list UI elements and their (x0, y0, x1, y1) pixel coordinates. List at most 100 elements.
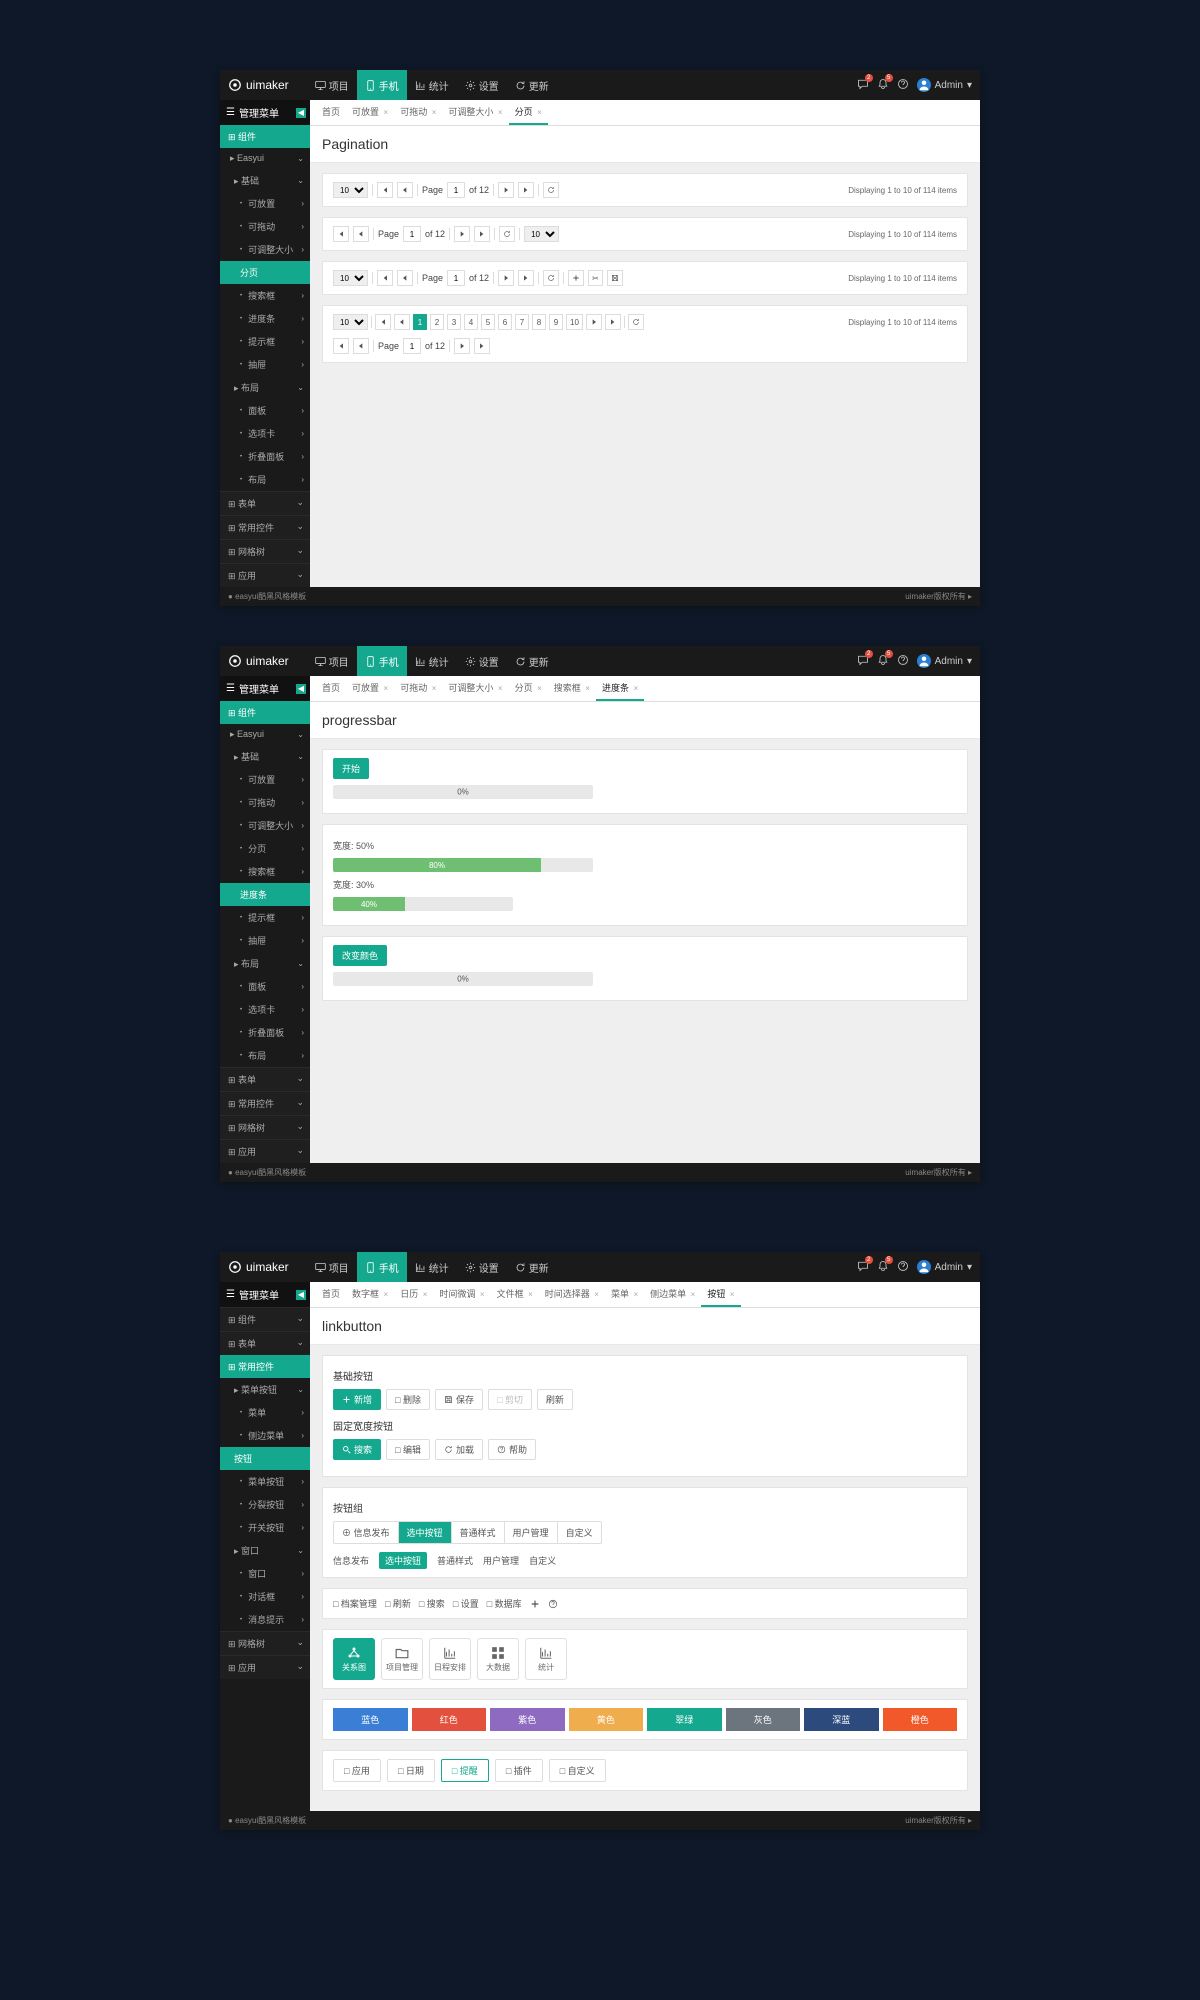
sidebar-item[interactable]: 可调整大小 (220, 814, 310, 837)
sidebar-item[interactable]: 可拖动 (220, 791, 310, 814)
color-button[interactable]: 红色 (412, 1708, 487, 1731)
sidebar-item[interactable]: 可放置 (220, 768, 310, 791)
topnav-gear[interactable]: 设置 (457, 646, 507, 676)
color-button[interactable]: 灰色 (726, 1708, 801, 1731)
topnav-mobile[interactable]: 手机 (357, 646, 407, 676)
sidebar-item[interactable]: 分页 (220, 837, 310, 860)
sidebar-item[interactable]: ▸ 布局 (220, 376, 310, 399)
close-icon[interactable]: × (691, 1290, 696, 1299)
big-icon[interactable]: 关系图 (333, 1638, 375, 1680)
changecolor-button[interactable]: 改变颜色 (333, 945, 387, 966)
sidebar-section[interactable]: ⊞ 常用控件 (220, 515, 310, 539)
big-icon[interactable]: 统计 (525, 1638, 567, 1680)
tab[interactable]: 可拖动 × (394, 676, 442, 701)
sidebar-item[interactable]: 选项卡 (220, 422, 310, 445)
prev-button[interactable] (397, 182, 413, 198)
close-icon[interactable]: × (432, 684, 437, 693)
brand-logo[interactable]: uimaker (228, 1260, 289, 1274)
brand-logo[interactable]: uimaker (228, 654, 289, 668)
tab[interactable]: 数字框 × (346, 1282, 394, 1307)
topnav-gear[interactable]: 设置 (457, 1252, 507, 1282)
group-item[interactable]: 选中按钮 (399, 1522, 452, 1543)
pagesize-select[interactable]: 10 (524, 226, 559, 242)
outline-button[interactable]: □ 应用 (333, 1759, 381, 1782)
sidebar-item[interactable]: 开关按钮 (220, 1516, 310, 1539)
link-item[interactable]: 普通样式 (437, 1554, 473, 1567)
topnav-desktop[interactable]: 项目 (307, 1252, 357, 1282)
sidebar-item[interactable]: 布局 (220, 1044, 310, 1067)
sidebar-item[interactable]: 进度条 (220, 307, 310, 330)
tab[interactable]: 分页 × (509, 100, 548, 125)
user-menu[interactable]: Admin▾ (917, 1260, 972, 1274)
tab[interactable]: 可放置 × (346, 100, 394, 125)
sidebar-item[interactable]: 提示框 (220, 330, 310, 353)
next-button[interactable] (498, 182, 514, 198)
outline-button[interactable]: □ 自定义 (549, 1759, 606, 1782)
sidebar-item[interactable]: 窗口 (220, 1562, 310, 1585)
topnav-gear[interactable]: 设置 (457, 70, 507, 100)
sidebar-item[interactable]: 按钮 (220, 1447, 310, 1470)
last-button[interactable] (474, 226, 490, 242)
close-icon[interactable]: × (384, 108, 389, 117)
tab[interactable]: 按钮 × (701, 1282, 740, 1307)
button-帮助[interactable]: 帮助 (488, 1439, 536, 1460)
notif-chat-icon[interactable]: 2 (857, 654, 869, 669)
save-button[interactable] (607, 270, 623, 286)
page-number[interactable]: 1 (413, 314, 427, 330)
button-编辑[interactable]: □ 编辑 (386, 1439, 430, 1460)
page-input[interactable] (403, 226, 421, 242)
help-icon[interactable] (897, 654, 909, 669)
sidebar-item[interactable]: 折叠面板 (220, 1021, 310, 1044)
toolbar-icon[interactable] (566, 1599, 576, 1609)
sidebar-section[interactable]: ⊞ 应用 (220, 1655, 310, 1679)
sidebar-item[interactable]: ▸ Easyui (220, 148, 310, 169)
tab[interactable]: 可放置 × (346, 676, 394, 701)
close-icon[interactable]: × (537, 108, 542, 117)
last-button[interactable] (518, 182, 534, 198)
tab[interactable]: 文件框 × (491, 1282, 539, 1307)
topnav-chart[interactable]: 统计 (407, 70, 457, 100)
outline-button[interactable]: □ 提醒 (441, 1759, 489, 1782)
close-icon[interactable]: × (528, 1290, 533, 1299)
button-新增[interactable]: 新增 (333, 1389, 381, 1410)
sidebar-item[interactable]: 可调整大小 (220, 238, 310, 261)
help-icon[interactable] (897, 1260, 909, 1275)
close-icon[interactable]: × (480, 1290, 485, 1299)
page-number[interactable]: 6 (498, 314, 512, 330)
sidebar-item[interactable]: 选项卡 (220, 998, 310, 1021)
group-item[interactable]: ⊕ 信息发布 (334, 1522, 399, 1543)
big-icon[interactable]: 日程安排 (429, 1638, 471, 1680)
prev-button[interactable] (353, 226, 369, 242)
sidebar-item[interactable]: ▸ Easyui (220, 724, 310, 745)
sidebar-item[interactable]: ▸ 布局 (220, 952, 310, 975)
toolbar-item[interactable]: □ 档案管理 (333, 1597, 377, 1610)
user-menu[interactable]: Admin▾ (917, 654, 972, 668)
tab[interactable]: 可调整大小 × (442, 676, 508, 701)
page-number[interactable]: 9 (549, 314, 563, 330)
topnav-chart[interactable]: 统计 (407, 646, 457, 676)
big-icon[interactable]: 大数据 (477, 1638, 519, 1680)
sidebar-item[interactable]: 可拖动 (220, 215, 310, 238)
tab[interactable]: 首页 (316, 100, 346, 125)
close-icon[interactable]: × (594, 1290, 599, 1299)
page-number[interactable]: 5 (481, 314, 495, 330)
color-button[interactable]: 紫色 (490, 1708, 565, 1731)
tab[interactable]: 搜索框 × (548, 676, 596, 701)
sidebar-section[interactable]: ⊞ 常用控件 (220, 1091, 310, 1115)
topnav-mobile[interactable]: 手机 (357, 1252, 407, 1282)
group-item[interactable]: 用户管理 (505, 1522, 558, 1543)
page-number[interactable]: 4 (464, 314, 478, 330)
big-icon[interactable]: 项目管理 (381, 1638, 423, 1680)
sidebar-item[interactable]: 对话框 (220, 1585, 310, 1608)
sidebar-item[interactable]: 搜索框 (220, 860, 310, 883)
close-icon[interactable]: × (633, 1290, 638, 1299)
group-item[interactable]: 自定义 (558, 1522, 601, 1543)
sidebar-item[interactable]: 面板 (220, 399, 310, 422)
cut-button[interactable]: ✂ (588, 270, 603, 286)
sidebar-section[interactable]: ⊞ 应用 (220, 1139, 310, 1163)
notif-bell-icon[interactable]: 5 (877, 654, 889, 669)
color-button[interactable]: 黄色 (569, 1708, 644, 1731)
sidebar-header[interactable]: ⊞ 组件 (220, 125, 310, 148)
tab[interactable]: 分页 × (509, 676, 548, 701)
toolbar-item[interactable]: □ 数据库 (487, 1597, 522, 1610)
